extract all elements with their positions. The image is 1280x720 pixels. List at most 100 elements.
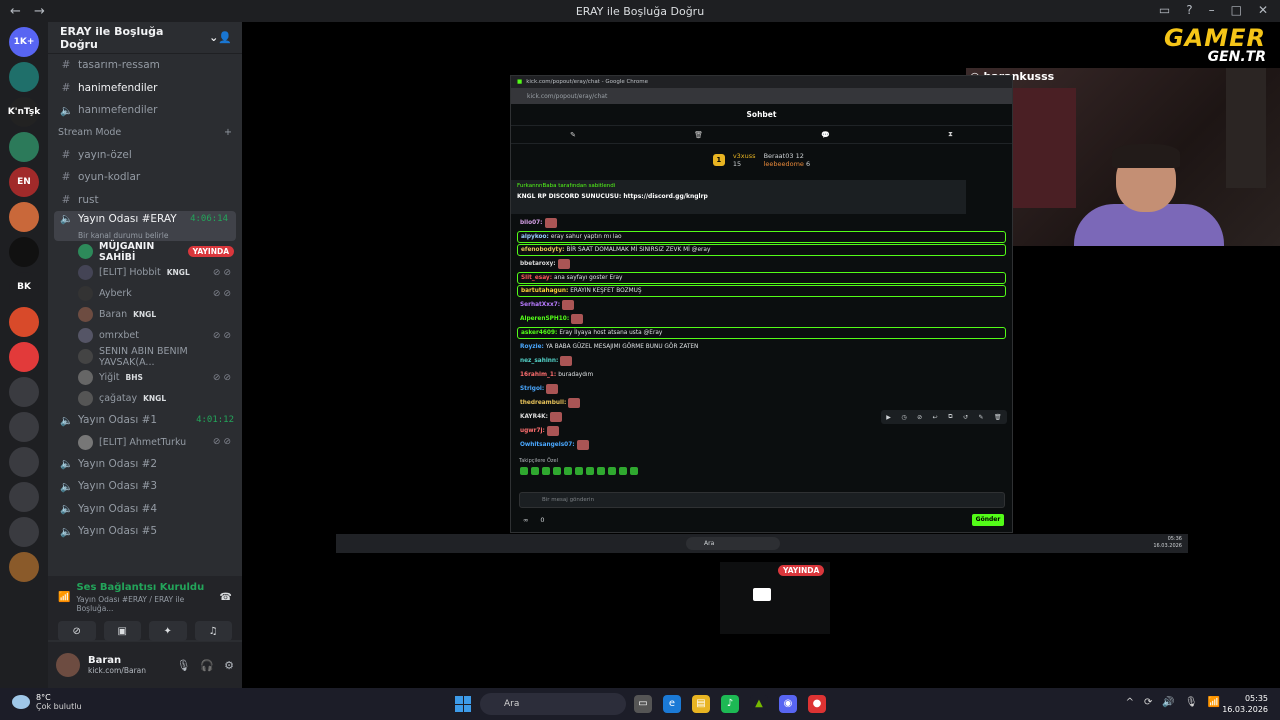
chat-message[interactable]: bbetaroxy: (517, 257, 1006, 271)
inbox-icon[interactable]: ▭ (1159, 3, 1170, 17)
category-header[interactable]: Stream Mode + (48, 122, 242, 144)
server-icon[interactable] (9, 237, 39, 267)
voice-channel-path[interactable]: Yayın Odası #ERAY / ERAY ile Boşluğa... (76, 595, 213, 613)
server-icon-active[interactable] (9, 202, 39, 232)
undo-icon[interactable]: ↺ (963, 414, 968, 421)
close-icon[interactable]: ✕ (1258, 3, 1268, 17)
server-icon[interactable]: K'nTşk (8, 97, 40, 127)
ban-icon[interactable]: ⊘ (917, 414, 922, 421)
taskbar-search[interactable]: Ara (480, 693, 626, 715)
chat-username[interactable]: thedreambull: (520, 400, 566, 406)
emote[interactable] (597, 467, 605, 475)
channel-item[interactable]: # yayın-özel (48, 144, 242, 167)
chrome-icon[interactable]: ● (808, 695, 826, 713)
channel-item[interactable]: 🔈 hanımefendiler (48, 99, 242, 122)
chat-username[interactable]: nez_sahinn: (520, 358, 558, 364)
voice-status[interactable]: Ses Bağlantısı Kuruldu (76, 582, 213, 593)
trash-icon[interactable]: 🗑 (994, 414, 1002, 421)
speaker-icon[interactable]: 🔊 (1162, 697, 1174, 708)
emote[interactable] (531, 467, 539, 475)
taskbar-clock[interactable]: 05:35 16.03.2026 (1222, 693, 1268, 715)
chat-username[interactable]: 16rahim_1: (520, 372, 556, 378)
emote[interactable] (542, 467, 550, 475)
emote[interactable] (553, 467, 561, 475)
chat-username[interactable]: Owhitsangels07: (520, 442, 575, 448)
weather-widget[interactable]: 8°C Çok bulutlu (12, 693, 82, 711)
maximize-icon[interactable]: □ (1231, 3, 1242, 17)
voice-channel[interactable]: 🔈 Yayın Odası #1 4:01:12 (48, 409, 242, 432)
guild-header[interactable]: ERAY ile Boşluğa Doğru ⌄ 👤 (48, 22, 242, 54)
microphone-icon[interactable]: 🎙 (176, 659, 190, 672)
chat-message[interactable]: SerhatXxx7: (517, 298, 1006, 312)
add-member-icon[interactable]: 👤 (218, 31, 232, 44)
windows-start-icon[interactable] (455, 696, 471, 712)
chat-username[interactable]: efenobodyty: (521, 247, 564, 253)
pin-icon[interactable]: ✎ (570, 131, 576, 139)
copy-icon[interactable]: ⧉ (948, 413, 952, 421)
channel-item[interactable]: # rust (48, 189, 242, 212)
edge-icon[interactable]: e (663, 695, 681, 713)
voice-user[interactable]: Yiğit BHS ⊘⊘ (48, 367, 242, 388)
channel-item[interactable]: # oyun-kodlar (48, 166, 242, 189)
address-bar[interactable]: kick.com/popout/eray/chat (511, 88, 1012, 104)
chat-input[interactable]: Bir mesaj gönderin (519, 492, 1005, 508)
emote[interactable] (520, 467, 528, 475)
server-folder[interactable] (9, 447, 39, 477)
spotify-icon[interactable]: ♪ (721, 695, 739, 713)
server-icon[interactable]: EN (9, 167, 39, 197)
infinity-indicator[interactable]: ∞ (523, 516, 528, 524)
server-icon[interactable]: BK (9, 272, 39, 302)
emote[interactable] (564, 467, 572, 475)
voice-channel[interactable]: 🔈 Yayın Odası #3 (48, 475, 242, 498)
chat-username[interactable]: bbetaroxy: (520, 261, 556, 267)
username[interactable]: Baran (88, 655, 146, 666)
minimize-icon[interactable]: – (1209, 3, 1215, 17)
sync-icon[interactable]: ⟳ (1144, 697, 1152, 708)
chat-message[interactable]: 16rahim_1: buradaydım (517, 368, 1006, 382)
task-view-icon[interactable]: ▭ (634, 695, 652, 713)
chevron-up-icon[interactable]: ^ (1126, 697, 1134, 708)
camera-off-button[interactable]: ⊘ (58, 621, 96, 641)
chat-username[interactable]: ugwr7j: (520, 428, 545, 434)
chat-username[interactable]: KAYR4K: (520, 414, 548, 420)
chat-message[interactable]: Slit_esay: ana sayfayı goster Eray (517, 272, 1006, 284)
pinned-message[interactable]: FurkannnBaba tarafından sabitlendi KNGL … (511, 180, 966, 214)
gift-count[interactable]: 0 (540, 516, 544, 524)
chat-message[interactable]: ugwr7j: (517, 424, 1006, 438)
pin-icon[interactable]: ✎ (979, 414, 984, 421)
chat-message[interactable]: Owhitsangels07: (517, 438, 1006, 452)
emote[interactable] (608, 467, 616, 475)
chat-username[interactable]: asker4609: (521, 330, 557, 336)
chat-username[interactable]: alpykoo: (521, 234, 549, 240)
server-folder[interactable] (9, 412, 39, 442)
chat-message[interactable]: bilo07: (517, 216, 1006, 230)
chat-username[interactable]: AlperenSPH10: (520, 316, 569, 322)
server-icon[interactable] (9, 132, 39, 162)
chat-message[interactable]: AlperenSPH10: (517, 312, 1006, 326)
help-icon[interactable]: ? (1186, 3, 1192, 17)
emote[interactable] (630, 467, 638, 475)
server-icon[interactable] (9, 62, 39, 92)
voice-user[interactable]: MÜJGANIN SAHİBİ YAYINDA (48, 241, 242, 263)
avatar[interactable] (56, 653, 80, 677)
chat-message[interactable]: bartutahagun: ERAYIN KEŞFET BOZMUŞ (517, 285, 1006, 297)
chat-bubble-icon[interactable]: 💬 (821, 131, 830, 139)
voice-channel[interactable]: 🔈 Yayın Odası #4 (48, 498, 242, 521)
file-explorer-icon[interactable]: ▤ (692, 695, 710, 713)
server-folder[interactable] (9, 482, 39, 512)
emote[interactable] (575, 467, 583, 475)
voice-user[interactable]: [ELIT] AhmetTurku ⊘⊘ (48, 432, 242, 453)
server-icon[interactable] (9, 307, 39, 337)
wifi-icon[interactable]: 📶 (1208, 697, 1220, 708)
chat-message[interactable]: asker4609: Eray İlyaya host atsana usta @… (517, 327, 1006, 339)
chat-message[interactable]: thedreambull: (517, 396, 1006, 410)
play-icon[interactable]: ▶ (886, 414, 891, 421)
chat-message[interactable]: efenobodyty: BİR SAAT DOMALMAK Mİ SINIRSI… (517, 244, 1006, 256)
voice-user[interactable]: çağatay KNGL (48, 388, 242, 409)
chat-username[interactable]: Strigoi: (520, 386, 544, 392)
channel-status[interactable]: Bir kanal durumu belirle (60, 231, 236, 240)
reply-icon[interactable]: ↩ (933, 414, 938, 421)
server-icon[interactable] (9, 552, 39, 582)
chat-username[interactable]: bilo07: (520, 220, 543, 226)
headphones-icon[interactable]: 🎧 (200, 659, 214, 672)
